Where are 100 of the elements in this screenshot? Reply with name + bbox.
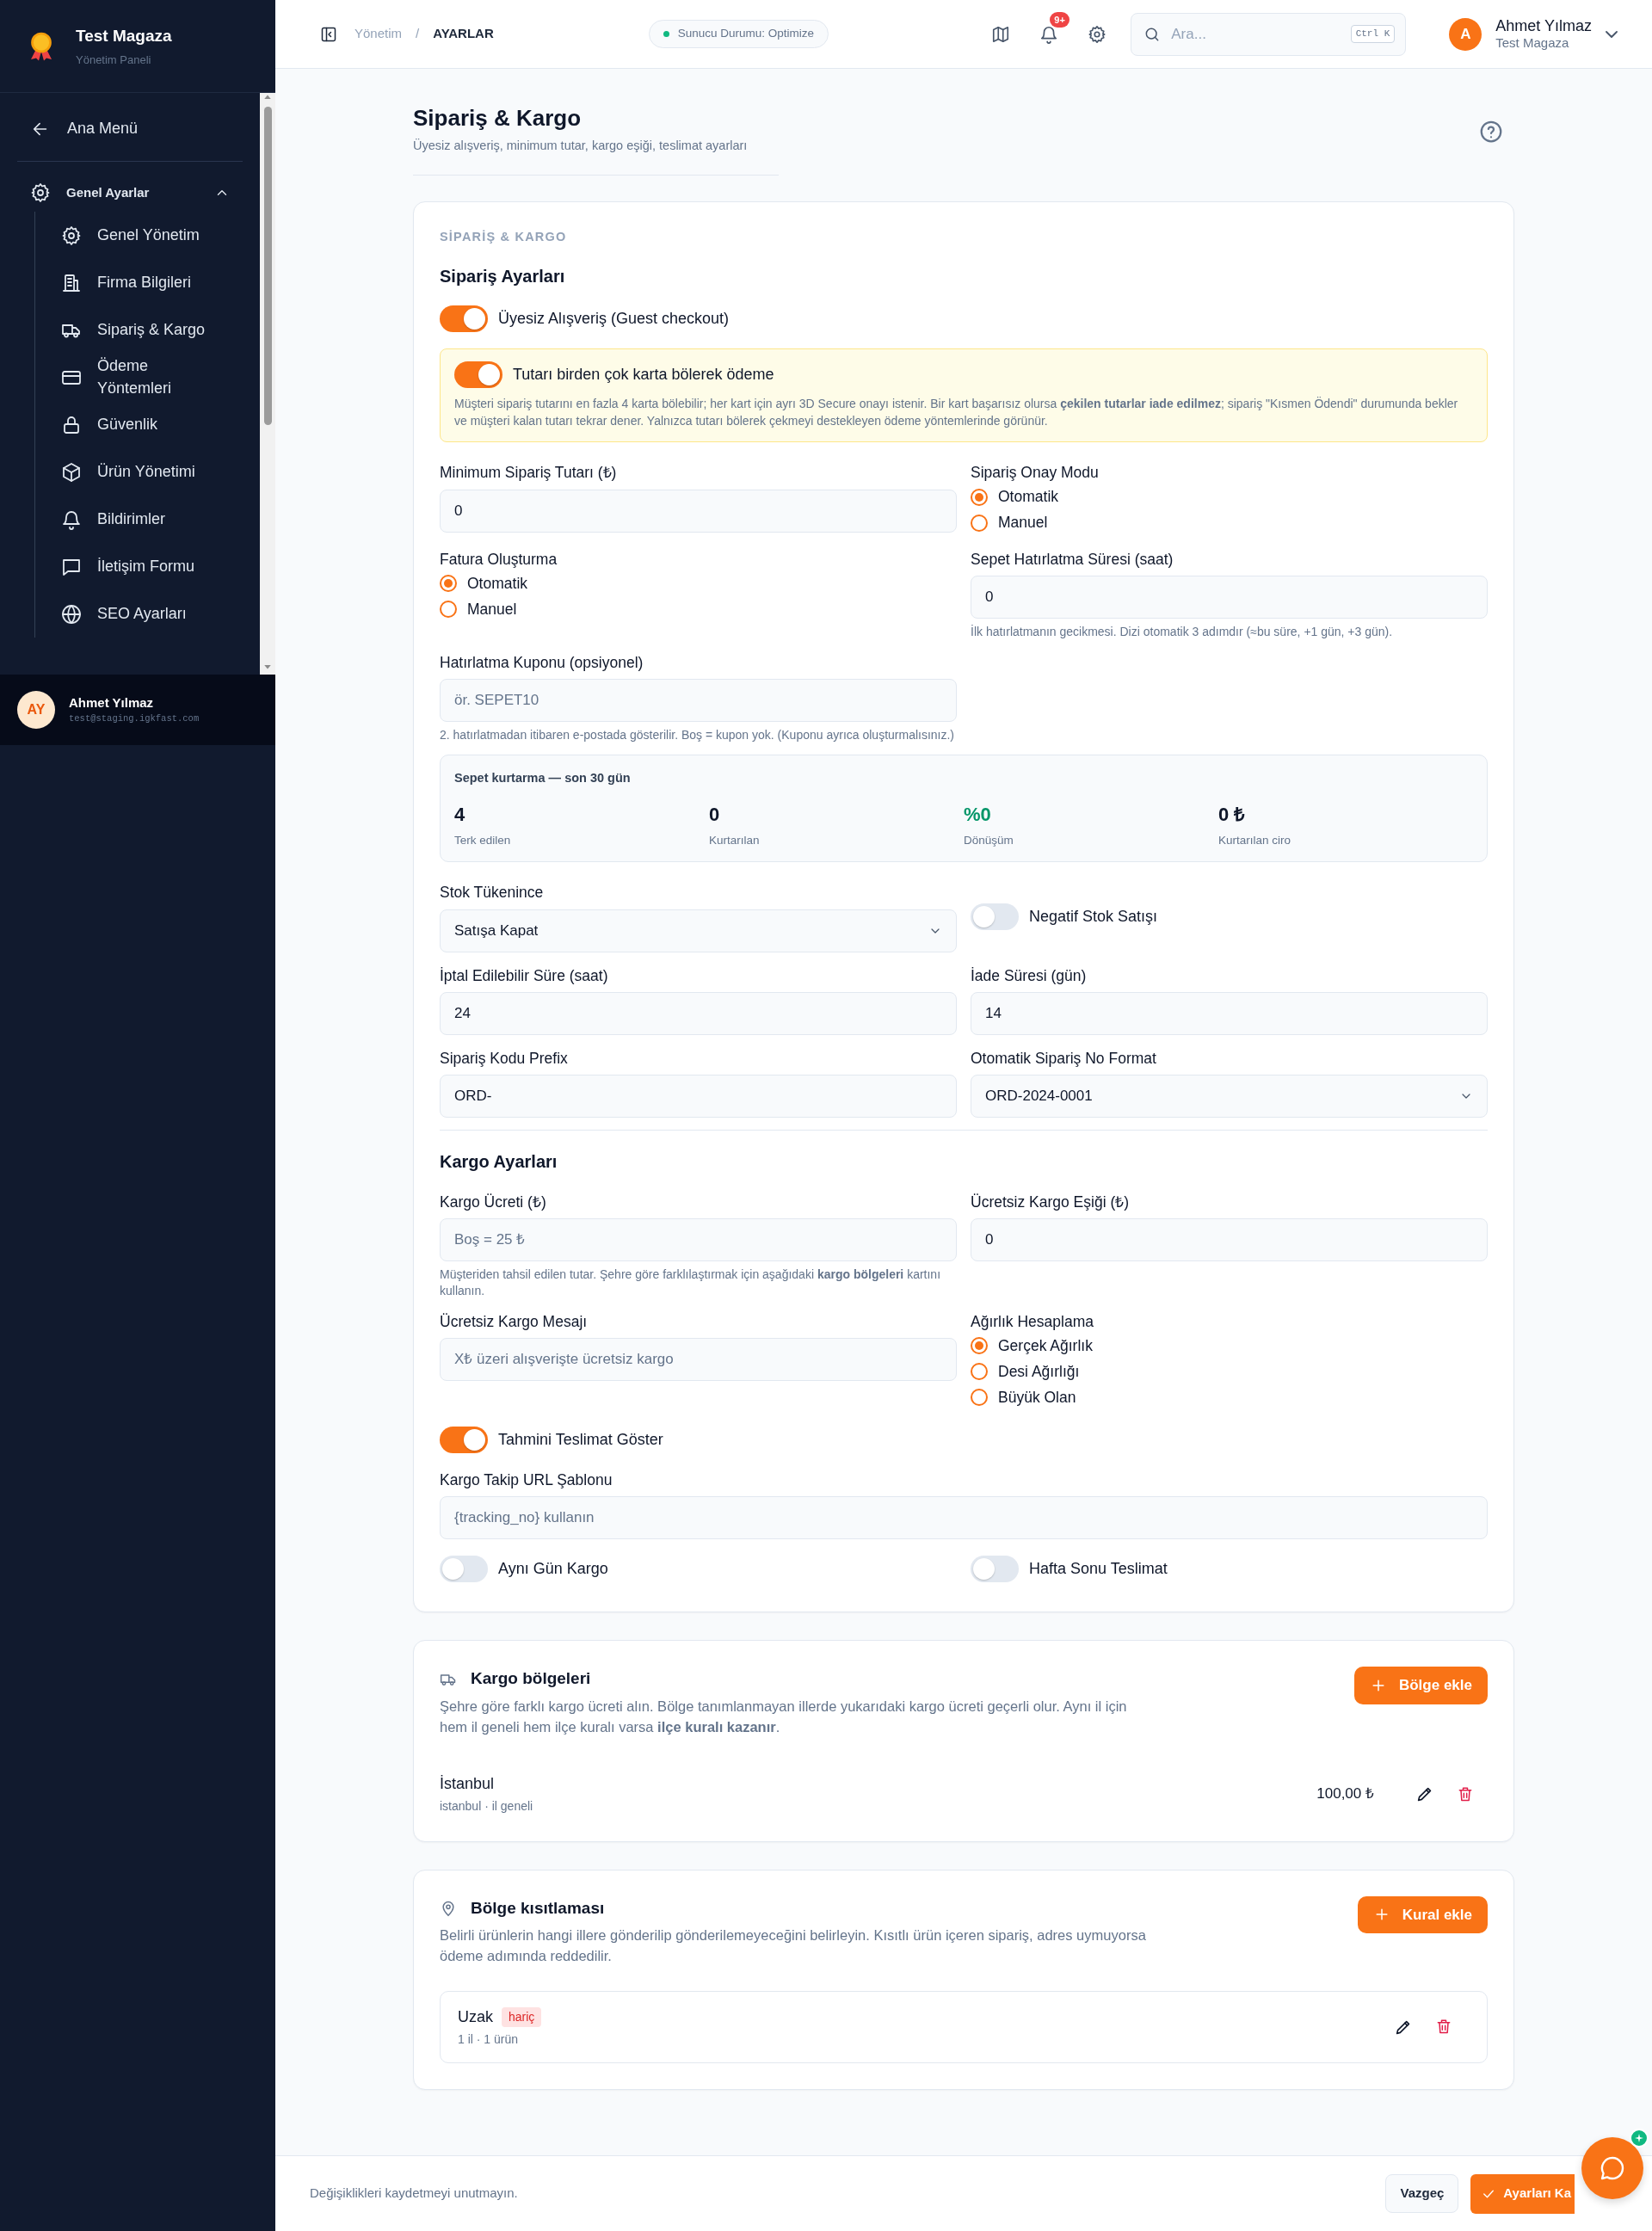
rule-name: Uzak bbox=[458, 2006, 493, 2027]
field-hint: Müşteriden tahsil edilen tutar. Şehre göre farklılaştırmak için aşağıdaki kargo bölgeleri kartını kullanın. bbox=[440, 1266, 942, 1298]
field-label: Hatırlatma Kuponu (opsiyonel) bbox=[440, 652, 644, 673]
toggle-switch[interactable] bbox=[440, 305, 488, 333]
chevron-down-icon bbox=[1606, 30, 1618, 38]
field-label: İptal Edilebilir Süre (saat) bbox=[440, 965, 609, 986]
input-field[interactable]: X₺ üzeri alışverişte ücretsiz kargo bbox=[440, 1338, 957, 1382]
nav-item[interactable]: İletişim Formu bbox=[61, 543, 243, 590]
radio-button[interactable] bbox=[971, 1389, 988, 1407]
section-heading: Kargo Ayarları bbox=[440, 1151, 558, 1173]
nav-item[interactable]: Sipariş & Kargo bbox=[61, 306, 243, 354]
input-field[interactable]: 14 bbox=[971, 991, 1488, 1035]
radio-label: Manuel bbox=[998, 513, 1048, 533]
nav-item[interactable]: Firma Bilgileri bbox=[61, 259, 243, 306]
toggle-switch[interactable] bbox=[971, 1555, 1019, 1582]
input-field[interactable]: ör. SEPET10 bbox=[440, 679, 957, 723]
field-label: Sipariş Onay Modu bbox=[971, 463, 1100, 484]
input-field[interactable]: 0 bbox=[971, 575, 1488, 619]
user-avatar: A bbox=[1449, 17, 1482, 51]
radio-button[interactable] bbox=[440, 600, 457, 618]
input-field[interactable]: 0 bbox=[440, 489, 957, 533]
settings-icon bbox=[1088, 25, 1107, 45]
notice-text: Müşteri sipariş tutarını en fazla 4 karta bölebilir; her kart için ayrı 3D Secure onayı istenir. Bir kart başarısız olursa çekilen tutarlar iade edilmez; sipariş "Kısmen Ödendi" durumunda bekler ve müşteri kalan tutarı tekrar dener. Yalnızca tutarı bölerek çekmeyi destekleyen ödeme yöntemlerinde görünür. bbox=[454, 395, 1459, 429]
scrollbar[interactable] bbox=[260, 93, 275, 675]
nav-item[interactable]: Bildirimler bbox=[61, 496, 243, 543]
cancel-button[interactable]: Vazgeç bbox=[1385, 2174, 1459, 2213]
lock-icon bbox=[61, 414, 82, 435]
field-label: İade Süresi (gün) bbox=[971, 965, 1088, 986]
bell-icon bbox=[1039, 25, 1059, 45]
stats-title: Sepet kurtarma — son 30 gün bbox=[454, 770, 632, 787]
stat-value: 4 bbox=[454, 803, 466, 828]
card-title: Bölge kısıtlaması bbox=[471, 1897, 605, 1919]
section-label: SİPARİŞ & KARGO bbox=[440, 228, 568, 245]
building-icon bbox=[61, 272, 82, 293]
search-field[interactable]: Ara... Ctrl K bbox=[1131, 12, 1407, 56]
chat-bubble-icon bbox=[1599, 2154, 1626, 2182]
radio-label: Manuel bbox=[467, 599, 517, 619]
help-button[interactable] bbox=[1478, 119, 1504, 145]
card-title: Kargo bölgeleri bbox=[471, 1668, 591, 1690]
toggle-label: Tahmini Teslimat Göster bbox=[498, 1429, 663, 1450]
card-description: Şehre göre farklı kargo ücreti alın. Bölge tanımlanmayan illerde yukarıdaki kargo ücreti geçerli olur. Aynı il için hem il geneli hem ilçe kuralı varsa ilçe kuralı kazanır. bbox=[440, 1697, 1128, 1736]
field-hint: İlk hatırlatmanın gecikmesi. Dizi otomatik 3 adımdır (≈bu süre, +1 gün, +3 gün). bbox=[971, 623, 1394, 639]
sparkle-badge-icon bbox=[1630, 2129, 1649, 2148]
input-field[interactable]: 24 bbox=[440, 991, 957, 1035]
brand-name: Test Magaza bbox=[76, 25, 172, 46]
user-email: test@staging.igkfast.com bbox=[69, 712, 200, 726]
radio-label: Desi Ağırlığı bbox=[998, 1361, 1080, 1382]
toggle-switch[interactable] bbox=[440, 1426, 488, 1453]
toggle-label: Üyesiz Alışveriş (Guest checkout) bbox=[498, 309, 730, 330]
scroll-up-icon bbox=[263, 93, 272, 102]
chat-button[interactable] bbox=[1581, 2137, 1643, 2199]
nav-item[interactable]: Ödeme Yöntemleri bbox=[61, 354, 243, 401]
toggle-switch[interactable] bbox=[971, 903, 1019, 931]
stat-label: Kurtarılan bbox=[709, 833, 761, 849]
footer-note: Değişiklikleri kaydetmeyi unutmayın. bbox=[310, 2185, 518, 2203]
field-label: Kargo Takip URL Şablonu bbox=[440, 1470, 613, 1491]
user-name: Ahmet Yılmaz bbox=[1495, 16, 1592, 36]
toggle-switch[interactable] bbox=[440, 1555, 488, 1582]
toggle-switch[interactable] bbox=[454, 361, 502, 388]
stat-value: %0 bbox=[964, 803, 992, 828]
box-icon bbox=[61, 461, 82, 483]
nav-group-header[interactable]: Genel Ayarlar bbox=[17, 174, 243, 212]
nav-item[interactable]: Genel Yönetim bbox=[61, 212, 243, 259]
radio-button[interactable] bbox=[440, 574, 457, 592]
nav-item[interactable]: Ürün Yönetimi bbox=[61, 448, 243, 496]
field-label: Ücretsiz Kargo Eşiği (₺) bbox=[971, 1193, 1131, 1213]
stat-value: 0 ₺ bbox=[1218, 803, 1247, 828]
toggle-label: Tutarı birden çok karta bölerek ödeme bbox=[513, 364, 774, 385]
gear-icon bbox=[61, 225, 82, 246]
nav-item[interactable]: SEO Ayarları bbox=[61, 590, 243, 638]
zone-name: İstanbul bbox=[440, 1773, 496, 1794]
store-name: Test Magaza bbox=[1495, 35, 1570, 52]
settings-button[interactable] bbox=[1088, 23, 1107, 45]
stat-label: Kurtarılan ciro bbox=[1218, 833, 1292, 849]
field-label: Ağırlık Hesaplama bbox=[971, 1311, 1094, 1332]
radio-button[interactable] bbox=[971, 488, 988, 506]
input-field[interactable]: {tracking_no} kullanın bbox=[440, 1496, 1488, 1540]
input-field[interactable]: ORD- bbox=[440, 1075, 957, 1119]
zone-price: 100,00 ₺ bbox=[1316, 1784, 1374, 1803]
radio-button[interactable] bbox=[971, 1363, 988, 1381]
input-field[interactable]: 0 bbox=[971, 1218, 1488, 1262]
scroll-down-icon bbox=[263, 663, 272, 671]
page-subtitle: Üyesiz alışveriş, minimum tutar, kargo eşiği, teslimat ayarları bbox=[413, 138, 748, 155]
bell-icon bbox=[61, 508, 82, 530]
breadcrumb-current: AYARLAR bbox=[433, 25, 494, 43]
zone-details: istanbul · il geneli bbox=[440, 1797, 533, 1815]
radio-label: Büyük Olan bbox=[998, 1387, 1076, 1408]
dropdown[interactable]: ORD-2024-0001 bbox=[971, 1075, 1488, 1119]
rule-tag: hariç bbox=[502, 2006, 542, 2027]
gear-icon bbox=[30, 182, 51, 203]
dropdown[interactable]: Satışa Kapat bbox=[440, 909, 957, 952]
radio-button[interactable] bbox=[971, 514, 988, 532]
input-field[interactable]: Boş = 25 ₺ bbox=[440, 1218, 957, 1262]
field-label: Minimum Sipariş Tutarı (₺) bbox=[440, 463, 618, 484]
user-avatar: AY bbox=[17, 691, 55, 729]
stat-value: 0 bbox=[709, 803, 721, 828]
radio-button[interactable] bbox=[971, 1337, 988, 1355]
brand-subtitle: Yönetim Paneli bbox=[76, 52, 152, 68]
back-link[interactable]: Ana Menü bbox=[17, 105, 243, 152]
nav-item[interactable]: Güvenlik bbox=[61, 401, 243, 448]
